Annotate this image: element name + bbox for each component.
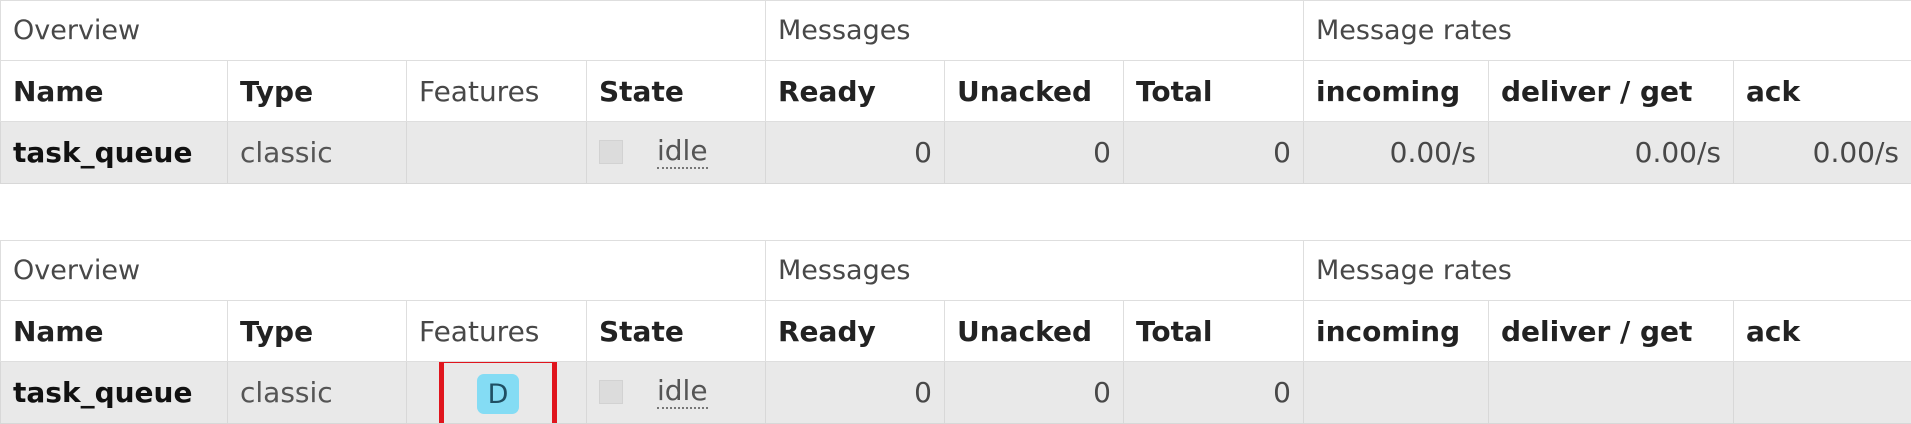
ack-rate: 0.00/s <box>1732 121 1911 184</box>
column-header-row: Name Type Features State Ready Unacked T… <box>0 60 1911 122</box>
group-messages: Messages <box>765 240 1304 301</box>
column-total[interactable]: Total <box>1123 300 1304 362</box>
state-indicator-icon <box>599 140 623 165</box>
ready-count: 0 <box>765 361 945 424</box>
column-incoming[interactable]: incoming <box>1303 60 1489 122</box>
group-message-rates: Message rates <box>1302 0 1911 61</box>
column-unacked[interactable]: Unacked <box>944 300 1124 362</box>
unacked-count: 0 <box>944 361 1124 424</box>
column-ack[interactable]: ack <box>1732 60 1911 122</box>
column-state[interactable]: State <box>586 300 766 362</box>
column-deliver-get[interactable]: deliver / get <box>1488 300 1734 362</box>
column-incoming[interactable]: incoming <box>1303 300 1489 362</box>
queue-state: idle <box>586 121 766 184</box>
state-label: idle <box>657 374 708 409</box>
column-ready[interactable]: Ready <box>765 300 945 362</box>
queue-state: idle <box>586 361 766 424</box>
unacked-count: 0 <box>944 121 1124 184</box>
column-type[interactable]: Type <box>227 60 407 122</box>
queue-features <box>406 121 587 184</box>
column-header-row: Name Type Features State Ready Unacked T… <box>0 300 1911 362</box>
ready-count: 0 <box>765 121 945 184</box>
queue-name-link[interactable]: task_queue <box>0 361 228 424</box>
group-messages: Messages <box>765 0 1304 61</box>
queue-row[interactable]: task_queue classic idle 0 0 0 0.00/s 0.0… <box>0 121 1911 184</box>
column-name[interactable]: Name <box>0 300 228 362</box>
queue-name-link[interactable]: task_queue <box>0 121 228 184</box>
column-total[interactable]: Total <box>1123 60 1304 122</box>
queue-type: classic <box>227 361 407 424</box>
column-unacked[interactable]: Unacked <box>944 60 1124 122</box>
column-features: Features <box>406 60 587 122</box>
incoming-rate: 0.00/s <box>1303 121 1489 184</box>
column-state[interactable]: State <box>586 60 766 122</box>
state-label: idle <box>657 134 708 169</box>
column-features: Features <box>406 300 587 362</box>
total-count: 0 <box>1123 121 1304 184</box>
deliver-get-rate: 0.00/s <box>1488 121 1734 184</box>
ack-rate <box>1732 361 1911 424</box>
group-message-rates: Message rates <box>1302 240 1911 301</box>
group-overview: Overview <box>0 240 766 301</box>
deliver-get-rate <box>1488 361 1734 424</box>
group-overview: Overview <box>0 0 766 61</box>
state-indicator-icon <box>599 380 623 405</box>
durable-badge[interactable]: D <box>477 374 519 414</box>
column-deliver-get[interactable]: deliver / get <box>1488 60 1734 122</box>
total-count: 0 <box>1123 361 1304 424</box>
incoming-rate <box>1303 361 1489 424</box>
queue-type: classic <box>227 121 407 184</box>
column-group-row: Overview Messages Message rates <box>0 240 1911 301</box>
queue-table-1: Overview Messages Message rates Name Typ… <box>0 0 1911 184</box>
column-name[interactable]: Name <box>0 60 228 122</box>
column-group-row: Overview Messages Message rates <box>0 0 1911 61</box>
column-ready[interactable]: Ready <box>765 60 945 122</box>
queue-table-2: Overview Messages Message rates Name Typ… <box>0 240 1911 424</box>
column-ack[interactable]: ack <box>1732 300 1911 362</box>
queue-features: D <box>406 361 587 424</box>
column-type[interactable]: Type <box>227 300 407 362</box>
queue-row[interactable]: task_queue classic D idle 0 0 0 <box>0 361 1911 424</box>
